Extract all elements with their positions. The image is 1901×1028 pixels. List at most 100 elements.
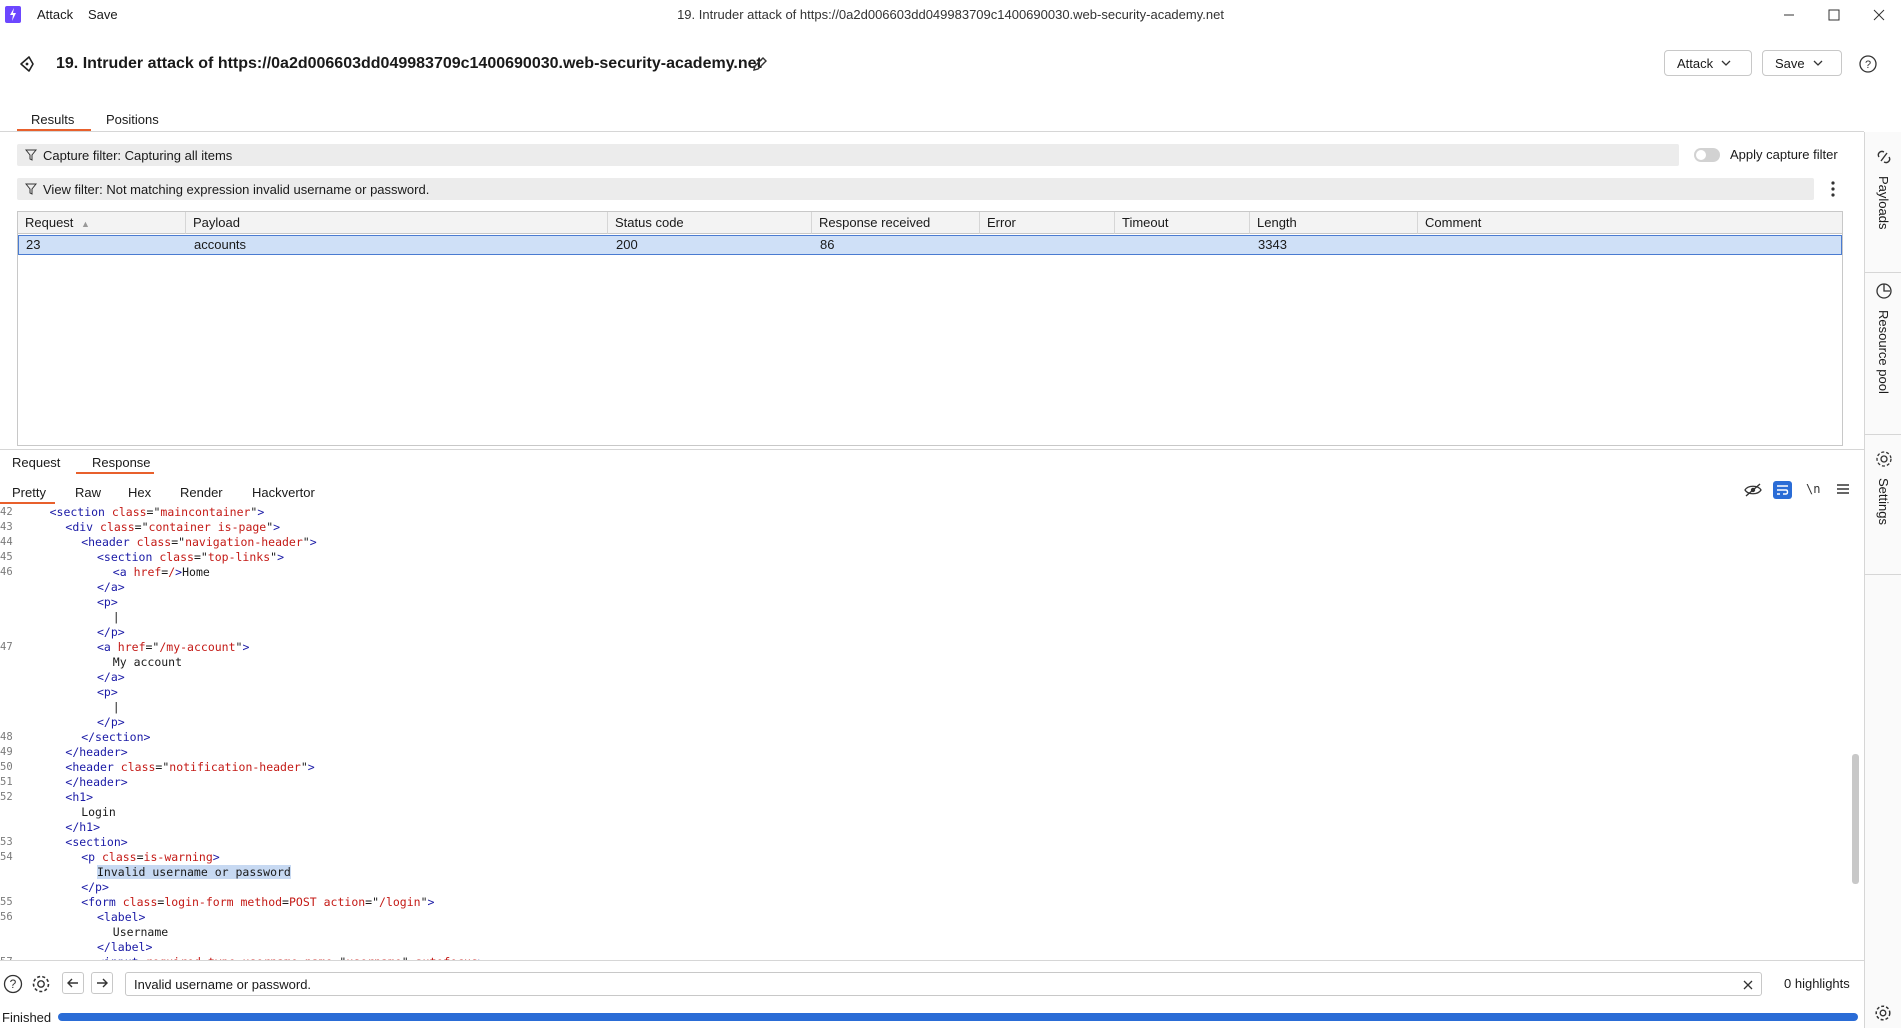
code-text: </p>: [81, 880, 109, 894]
code-text: <h1>: [65, 790, 94, 804]
code-line: 50 <header class="notification-header">: [0, 760, 1840, 775]
tab-response[interactable]: Response: [92, 455, 151, 470]
column-header-response-received[interactable]: Response received: [812, 212, 980, 234]
newline-toggle-icon[interactable]: \n: [1806, 482, 1820, 496]
save-button-label: Save: [1775, 55, 1805, 71]
code-line: |: [0, 610, 1840, 625]
line-number: 47: [0, 641, 13, 653]
next-match-button[interactable]: [91, 972, 113, 994]
rail-tab-settings[interactable]: Settings: [1865, 450, 1901, 525]
gear-icon[interactable]: [1874, 1004, 1892, 1025]
search-input[interactable]: Invalid username or password.: [125, 972, 1762, 996]
code-line: </a>: [0, 580, 1840, 595]
menu-attack[interactable]: Attack: [37, 7, 73, 22]
line-number: 49: [0, 746, 13, 758]
column-header-comment[interactable]: Comment: [1418, 212, 1842, 234]
view-tab-raw[interactable]: Raw: [75, 485, 101, 500]
code-text: </p>: [97, 715, 125, 729]
svg-text:?: ?: [1865, 59, 1871, 71]
code-text: Username: [112, 925, 169, 939]
cell-error: [981, 236, 1116, 254]
view-tab-pretty-indicator: [0, 502, 55, 504]
rail-tab-payloads[interactable]: Payloads: [1865, 148, 1901, 229]
highlights-count: 0 highlights: [1784, 976, 1850, 991]
code-line: <p>: [0, 685, 1840, 700]
code-line: 46 <a href=/>Home: [0, 565, 1840, 580]
code-text: <header class="navigation-header">: [81, 535, 317, 549]
previous-match-button[interactable]: [62, 972, 84, 994]
rail-label-resource-pool: Resource pool: [1876, 310, 1891, 394]
line-number: 46: [0, 566, 13, 578]
column-header-length[interactable]: Length: [1250, 212, 1418, 234]
table-row[interactable]: 23 accounts 200 86 3343: [18, 235, 1842, 255]
tab-request[interactable]: Request: [12, 455, 60, 470]
help-icon[interactable]: ?: [1859, 55, 1877, 76]
cell-timeout: [1116, 236, 1251, 254]
attack-button[interactable]: Attack: [1664, 50, 1752, 76]
tab-positions[interactable]: Positions: [106, 112, 159, 127]
view-tab-hackvertor[interactable]: Hackvertor: [252, 485, 315, 500]
rail-tab-resource-pool[interactable]: Resource pool: [1865, 282, 1901, 394]
results-table[interactable]: Request ▲ Payload Status code Response r…: [17, 211, 1843, 446]
window-title: 19. Intruder attack of https://0a2d00660…: [677, 7, 1224, 22]
cell-status-code: 200: [616, 237, 638, 252]
code-line: </label>: [0, 940, 1840, 955]
kebab-menu-icon[interactable]: [1830, 180, 1836, 201]
code-text: <p>: [97, 595, 118, 609]
line-number: 55: [0, 896, 13, 908]
help-icon[interactable]: ?: [3, 974, 23, 997]
view-tab-pretty[interactable]: Pretty: [12, 485, 46, 500]
column-header-request[interactable]: Request ▲: [18, 212, 186, 234]
filter-icon: [25, 183, 37, 195]
close-window-icon[interactable]: [1857, 0, 1901, 30]
edit-pencil-icon[interactable]: [751, 55, 769, 76]
code-line: 44 <header class="navigation-header">: [0, 535, 1840, 550]
rail-label-settings: Settings: [1876, 478, 1891, 525]
apply-capture-filter-toggle[interactable]: [1694, 148, 1720, 162]
column-header-payload[interactable]: Payload: [186, 212, 608, 234]
response-editor[interactable]: 42 <section class="maincontainer"> 43 <div …: [0, 505, 1864, 960]
column-header-error[interactable]: Error: [980, 212, 1115, 234]
apply-capture-filter-label: Apply capture filter: [1730, 147, 1838, 162]
code-text: <section class="top-links">: [97, 550, 284, 564]
page-title: 19. Intruder attack of https://0a2d00660…: [56, 55, 762, 72]
editor-scrollbar[interactable]: [1852, 754, 1859, 884]
line-number: 48: [0, 731, 13, 743]
payloads-icon: [1877, 150, 1890, 164]
attack-button-label: Attack: [1677, 55, 1714, 71]
wrap-lines-icon[interactable]: [1773, 481, 1792, 499]
line-number: 50: [0, 761, 13, 773]
code-line: 56 <label>: [0, 910, 1840, 925]
code-line: 43 <div class="container is-page">: [0, 520, 1840, 535]
line-number: 53: [0, 836, 13, 848]
view-tab-render[interactable]: Render: [180, 485, 223, 500]
code-text: </h1>: [65, 820, 101, 834]
hide-nonprintable-icon[interactable]: [1744, 482, 1762, 501]
hamburger-menu-icon[interactable]: [1836, 483, 1850, 498]
save-button[interactable]: Save: [1762, 50, 1842, 76]
capture-filter-bar[interactable]: Capture filter: Capturing all items: [17, 144, 1679, 166]
maximize-icon[interactable]: [1812, 0, 1856, 30]
code-text: </section>: [81, 730, 151, 744]
cell-response-received: 86: [820, 237, 835, 252]
gear-icon: [1875, 451, 1892, 467]
divider: [0, 449, 1864, 450]
code-text: |: [112, 610, 120, 624]
column-header-timeout[interactable]: Timeout: [1115, 212, 1250, 234]
code-line: 48 </section>: [0, 730, 1840, 745]
right-rail: Payloads Resource pool Settings: [1864, 132, 1901, 1028]
clear-search-icon[interactable]: [1743, 980, 1753, 990]
line-number: 43: [0, 521, 13, 533]
code-text: <section class="maincontainer">: [49, 505, 265, 519]
view-filter-bar[interactable]: View filter: Not matching expression inv…: [17, 178, 1814, 200]
line-number: 54: [0, 851, 13, 863]
back-icon[interactable]: [18, 55, 36, 76]
menu-save[interactable]: Save: [88, 7, 118, 22]
tab-results[interactable]: Results: [31, 112, 74, 127]
view-tab-hex[interactable]: Hex: [128, 485, 151, 500]
minimize-icon[interactable]: [1767, 0, 1811, 30]
gear-icon[interactable]: [31, 974, 51, 997]
chevron-down-icon: [1721, 60, 1731, 66]
code-text: </a>: [97, 580, 125, 594]
column-header-status-code[interactable]: Status code: [608, 212, 812, 234]
